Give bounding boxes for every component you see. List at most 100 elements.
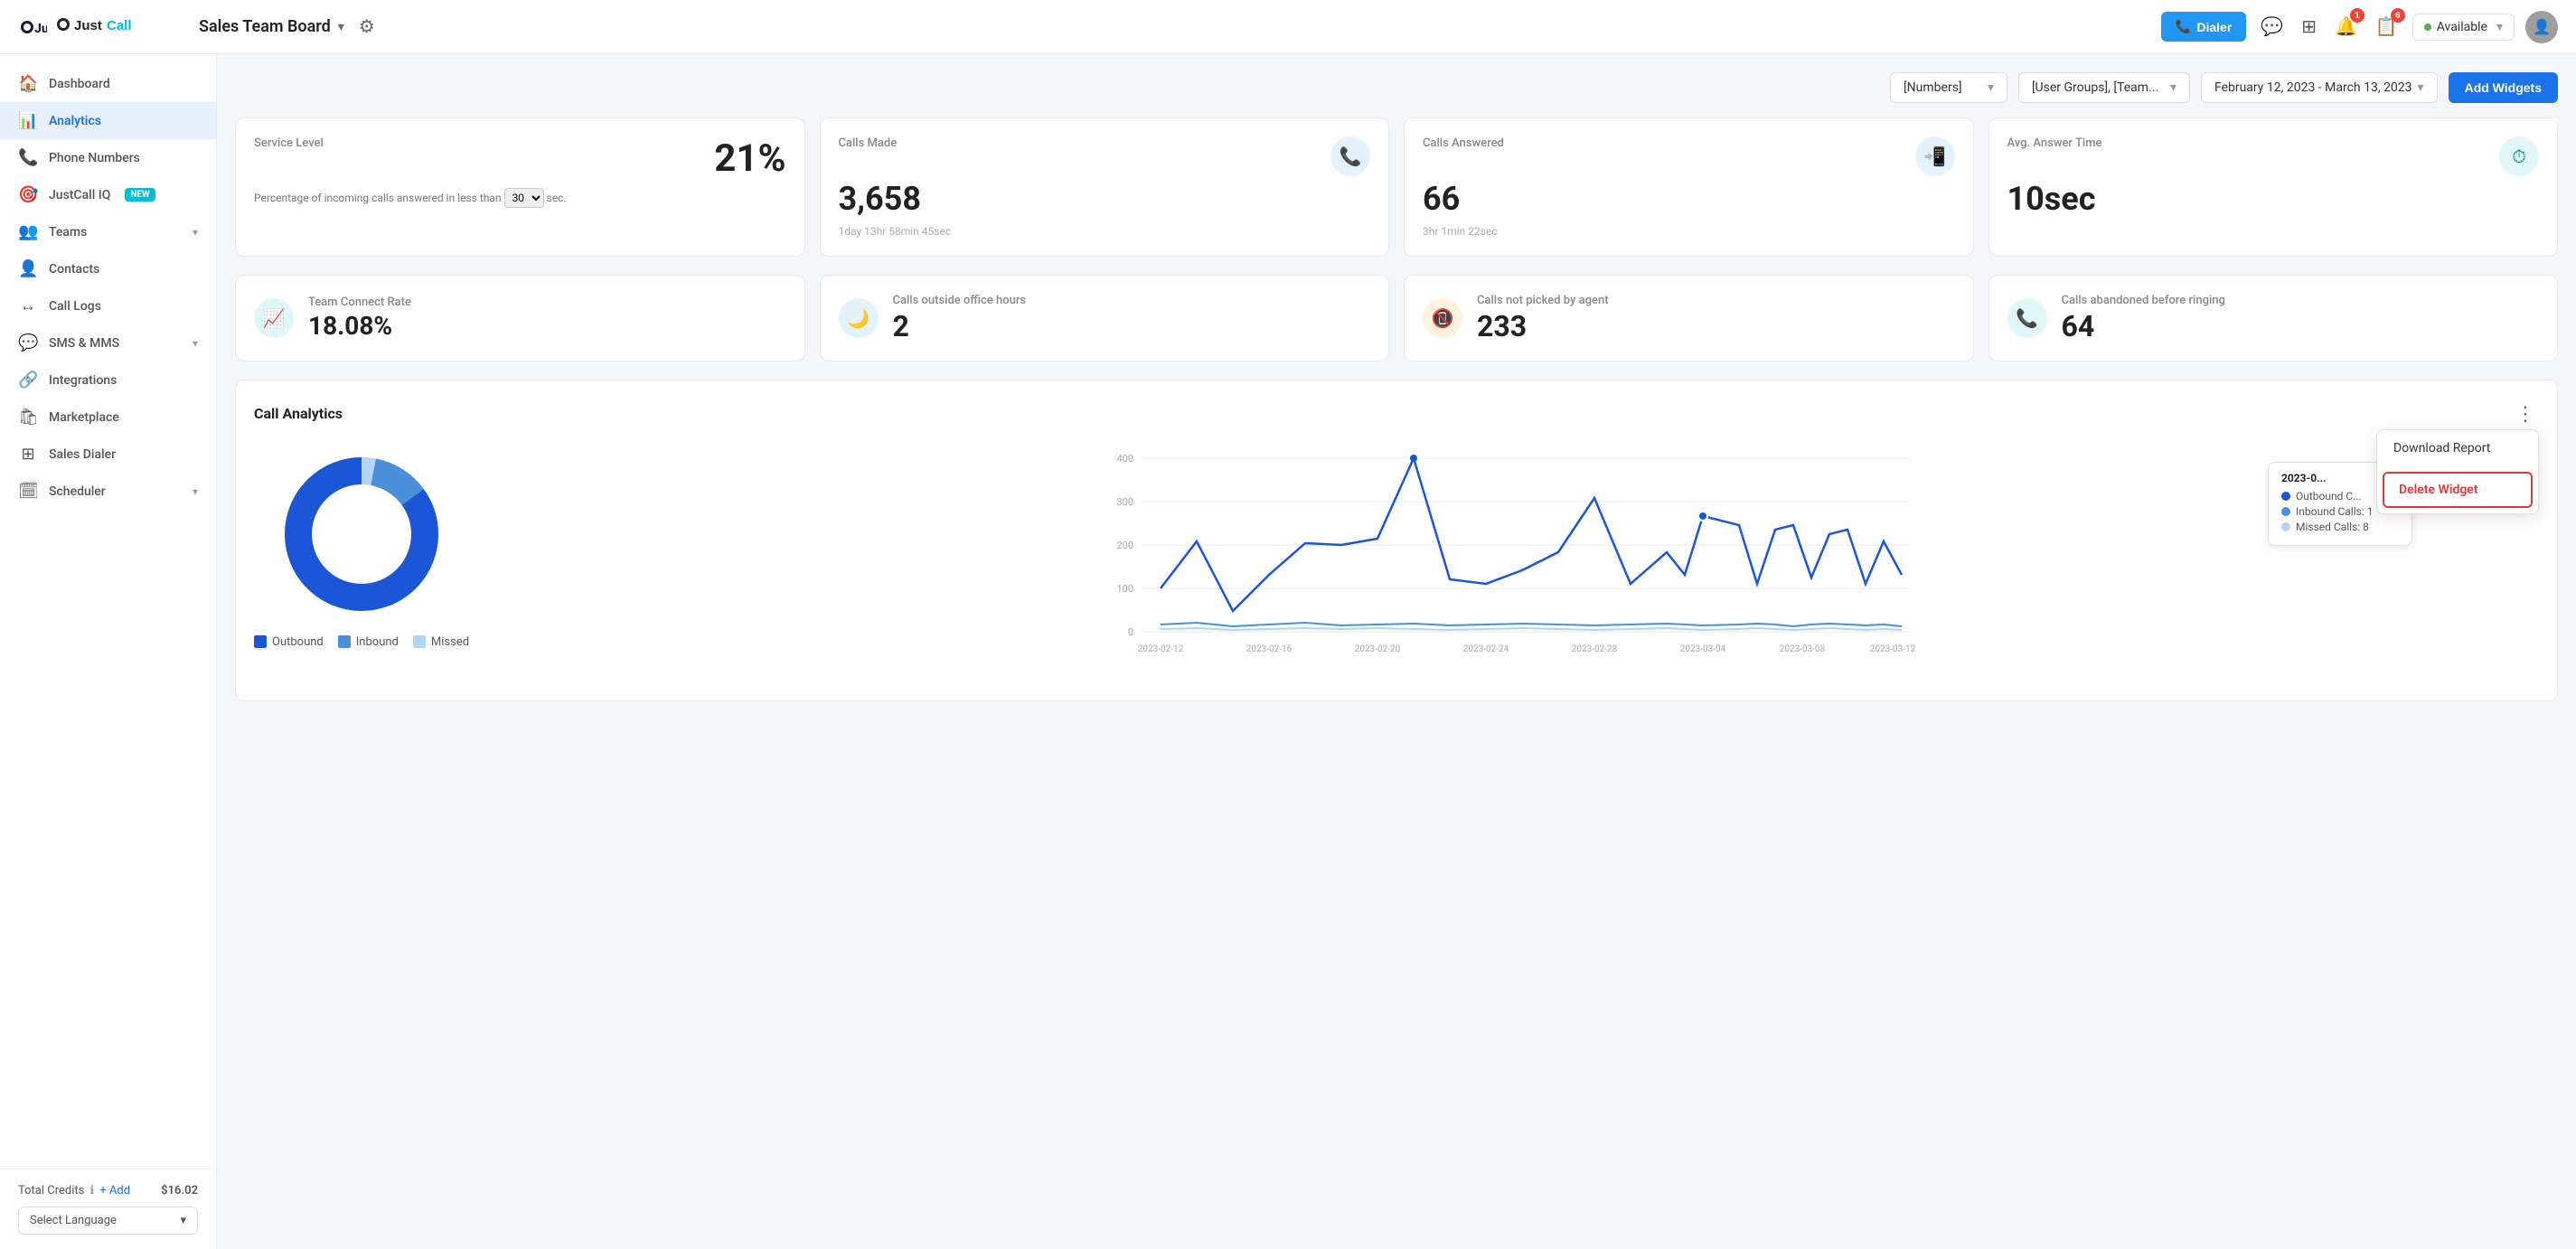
call-logs-icon: ↔ — [18, 296, 38, 315]
credits-amount: $16.02 — [161, 1184, 198, 1197]
calls-made-sub: 1day 13hr 58min 45sec — [839, 225, 1371, 238]
donut-legend: Outbound Inbound Missed — [254, 635, 469, 649]
main-content: [Numbers] ▾ [User Groups], [Team... ▾ Fe… — [217, 54, 2576, 1249]
service-level-description: Percentage of incoming calls answered in… — [254, 188, 786, 208]
svg-text:400: 400 — [1116, 453, 1133, 465]
sidebar-item-marketplace[interactable]: 🛍 Marketplace — [0, 399, 216, 436]
logo-icon: JustCall — [18, 13, 47, 42]
team-connect-rate-icon: 📈 — [254, 298, 294, 338]
status-dot — [2424, 23, 2431, 31]
sidebar-item-integrations[interactable]: 🔗 Integrations — [0, 362, 216, 399]
add-credits-link[interactable]: + Add — [99, 1184, 130, 1197]
svg-text:0: 0 — [1128, 626, 1133, 638]
logo-area: JustCall Just Call — [18, 11, 199, 42]
contacts-icon: 👤 — [18, 259, 38, 278]
teams-icon: 👥 — [18, 222, 38, 241]
date-caret-icon: ▾ — [2418, 80, 2424, 95]
iq-icon: 🎯 — [18, 185, 38, 204]
svg-text:2023-02-12: 2023-02-12 — [1138, 644, 1184, 654]
donut-chart-area: Outbound Inbound Missed — [254, 444, 469, 682]
calls-abandoned-card: 📞 Calls abandoned before ringing 64 — [1988, 275, 2559, 362]
metrics-row-2: 📈 Team Connect Rate 18.08% 🌙 Calls outsi… — [235, 275, 2558, 362]
marketplace-icon: 🛍 — [18, 408, 38, 427]
sales-dialer-icon: ⊞ — [18, 445, 38, 464]
language-dropdown[interactable]: Select Language ▾ — [18, 1207, 198, 1235]
calls-made-label: Calls Made — [839, 136, 898, 150]
svg-text:JustCall: JustCall — [34, 22, 47, 36]
svg-text:Just: Just — [74, 18, 102, 33]
add-widgets-button[interactable]: Add Widgets — [2449, 72, 2558, 103]
numbers-filter[interactable]: [Numbers] ▾ — [1890, 72, 2007, 103]
avg-answer-time-card: Avg. Answer Time ⏱ 10sec — [1988, 117, 2559, 257]
sidebar-footer: Total Credits ℹ + Add $16.02 Select Lang… — [0, 1169, 216, 1249]
settings-button[interactable]: ⚙ — [355, 12, 379, 42]
chat-button[interactable]: 💬 — [2257, 12, 2287, 42]
lang-chevron-icon: ▾ — [180, 1214, 186, 1227]
line-chart-svg: 400 300 200 100 0 2023-02-12 2023-02-16 — [487, 444, 2539, 679]
credits-row: Total Credits ℹ + Add $16.02 — [18, 1184, 198, 1197]
svg-text:2023-02-16: 2023-02-16 — [1246, 644, 1293, 654]
sidebar-item-justcall-iq[interactable]: 🎯 JustCall IQ NEW — [0, 176, 216, 213]
seconds-select[interactable]: 306090 — [504, 188, 544, 208]
sidebar-item-call-logs[interactable]: ↔ Call Logs — [0, 287, 216, 324]
donut-chart — [271, 444, 452, 624]
page-title-area[interactable]: Sales Team Board ▾ — [199, 17, 344, 36]
service-level-label: Service Level — [254, 136, 324, 150]
team-button[interactable]: ⊞ — [2298, 12, 2320, 42]
user-avatar[interactable]: 👤 — [2525, 11, 2558, 43]
avg-answer-time-value: 10sec — [2007, 182, 2540, 218]
outbound-legend-dot — [254, 635, 267, 648]
analytics-title: Call Analytics — [254, 405, 343, 422]
avg-answer-time-icon: ⏱ — [2499, 136, 2539, 176]
sidebar-item-teams[interactable]: 👥 Teams ▾ — [0, 213, 216, 250]
sidebar-item-scheduler[interactable]: 🗓 Scheduler ▾ — [0, 473, 216, 510]
more-options-button[interactable]: ⋮ — [2512, 399, 2539, 429]
sidebar-item-dashboard[interactable]: 🏠 Dashboard — [0, 65, 216, 102]
calls-abandoned-label: Calls abandoned before ringing — [2062, 294, 2540, 307]
dialer-button[interactable]: 📞 Dialer — [2161, 12, 2246, 42]
calls-answered-value: 66 — [1423, 182, 1955, 218]
calls-made-icon: 📞 — [1330, 136, 1370, 176]
svg-text:300: 300 — [1116, 496, 1133, 508]
calls-answered-sub: 3hr 1min 22sec — [1423, 225, 1955, 238]
sidebar-item-contacts[interactable]: 👤 Contacts — [0, 250, 216, 287]
download-report-item[interactable]: Download Report — [2377, 430, 2538, 466]
sidebar-item-sales-dialer[interactable]: ⊞ Sales Dialer — [0, 436, 216, 473]
info-icon: ℹ — [89, 1184, 94, 1197]
date-filter[interactable]: February 12, 2023 - March 13, 2023 ▾ — [2201, 72, 2438, 103]
sidebar-item-sms-mms[interactable]: 💬 SMS & MMS ▾ — [0, 324, 216, 362]
sidebar-item-phone-numbers[interactable]: 📞 Phone Numbers — [0, 139, 216, 176]
logo-text: Just Call — [54, 11, 163, 42]
svg-text:2023-02-20: 2023-02-20 — [1355, 644, 1401, 654]
svg-text:2023-02-28: 2023-02-28 — [1572, 644, 1618, 654]
dialer-icon: 📞 — [2176, 19, 2191, 34]
calls-answered-card: Calls Answered 📲 66 3hr 1min 22sec — [1404, 117, 1974, 257]
messages-badge: 6 — [2391, 8, 2405, 23]
tooltip-missed: Missed Calls: 8 — [2281, 521, 2399, 533]
sms-arrow-icon: ▾ — [193, 337, 198, 350]
integrations-icon: 🔗 — [18, 371, 38, 390]
sidebar-nav: 🏠 Dashboard 📊 Analytics 📞 Phone Numbers … — [0, 54, 216, 1169]
analytics-icon: 📊 — [18, 111, 38, 130]
delete-widget-item[interactable]: Delete Widget — [2383, 472, 2533, 508]
status-dropdown[interactable]: Available ▾ — [2412, 14, 2515, 41]
tooltip-inbound-dot — [2281, 507, 2290, 516]
top-header: JustCall Just Call Sales Team Board ▾ ⚙ … — [0, 0, 2576, 54]
legend-missed: Missed — [413, 635, 469, 649]
context-menu: Download Report Delete Widget — [2376, 429, 2539, 514]
page-title-text: Sales Team Board — [199, 17, 331, 36]
call-analytics-section: Call Analytics ⋮ Download Report Delete … — [235, 380, 2558, 701]
chart-dot — [1410, 455, 1417, 462]
groups-filter[interactable]: [User Groups], [Team... ▾ — [2018, 72, 2190, 103]
chart-area: Outbound Inbound Missed — [254, 444, 2539, 682]
notification-badge: 1 — [2350, 8, 2364, 23]
notifications-button[interactable]: 🔔 1 — [2331, 12, 2361, 42]
messages-button[interactable]: 📋 6 — [2372, 12, 2402, 42]
team-connect-rate-value: 18.08% — [308, 313, 786, 341]
legend-inbound: Inbound — [338, 635, 399, 649]
status-chevron-icon: ▾ — [2496, 20, 2503, 34]
calls-abandoned-icon: 📞 — [2007, 298, 2047, 338]
sidebar: 🏠 Dashboard 📊 Analytics 📞 Phone Numbers … — [0, 54, 217, 1249]
calls-answered-label: Calls Answered — [1423, 136, 1504, 150]
sidebar-item-analytics[interactable]: 📊 Analytics — [0, 102, 216, 139]
